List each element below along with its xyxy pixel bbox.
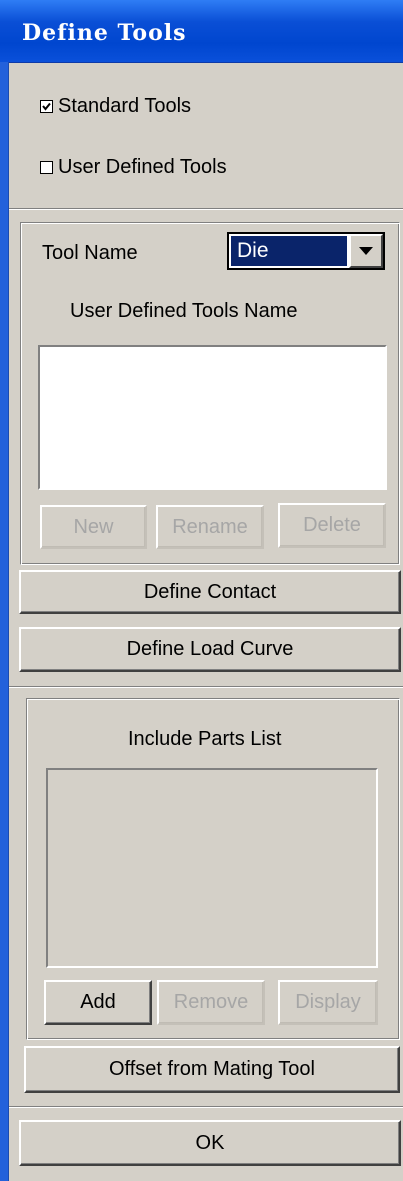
dropdown-arrow-icon[interactable] [349, 234, 383, 268]
ok-button-label: OK [195, 1131, 225, 1154]
include-parts-list[interactable] [46, 768, 378, 968]
tool-name-value: Die [231, 236, 347, 266]
separator [9, 208, 403, 210]
title-bar[interactable]: Define Tools [0, 0, 403, 63]
define-contact-button[interactable]: Define Contact [19, 570, 401, 614]
remove-button-label: Remove [173, 991, 249, 1013]
display-button[interactable]: Display [278, 980, 378, 1025]
define-load-curve-button[interactable]: Define Load Curve [19, 627, 401, 672]
rename-button-label: Rename [172, 515, 248, 538]
display-button-label: Display [295, 991, 361, 1013]
delete-button[interactable]: Delete [278, 503, 386, 548]
separator [9, 1106, 403, 1108]
ok-button[interactable]: OK [19, 1120, 401, 1166]
add-button[interactable]: Add [44, 980, 152, 1025]
window-frame-left [0, 62, 9, 1181]
window-title: Define Tools [22, 20, 187, 46]
tool-name-dropdown[interactable]: Die [227, 232, 385, 270]
offset-from-mating-tool-button[interactable]: Offset from Mating Tool [24, 1046, 400, 1093]
user-defined-tools-label: User Defined Tools [58, 156, 227, 178]
rename-button[interactable]: Rename [156, 505, 264, 549]
separator [9, 686, 403, 688]
offset-from-mating-tool-label: Offset from Mating Tool [108, 1058, 315, 1080]
user-defined-tools-name-label: User Defined Tools Name [70, 300, 298, 322]
checkbox-checked-icon[interactable] [40, 100, 53, 113]
new-button[interactable]: New [40, 505, 147, 549]
define-load-curve-label: Define Load Curve [126, 638, 294, 660]
checkbox-unchecked-icon[interactable] [40, 161, 53, 174]
tool-name-label: Tool Name [42, 242, 138, 264]
new-button-label: New [73, 515, 114, 538]
remove-button[interactable]: Remove [157, 980, 265, 1025]
user-defined-tools-checkbox[interactable]: User Defined Tools [40, 156, 227, 179]
standard-tools-label: Standard Tools [58, 95, 192, 117]
add-button-label: Add [80, 991, 116, 1013]
include-parts-list-label: Include Parts List [128, 728, 282, 750]
user-defined-tools-list[interactable] [38, 345, 387, 490]
delete-button-label: Delete [303, 514, 361, 536]
standard-tools-checkbox[interactable]: Standard Tools [40, 95, 191, 118]
define-contact-label: Define Contact [143, 580, 277, 603]
